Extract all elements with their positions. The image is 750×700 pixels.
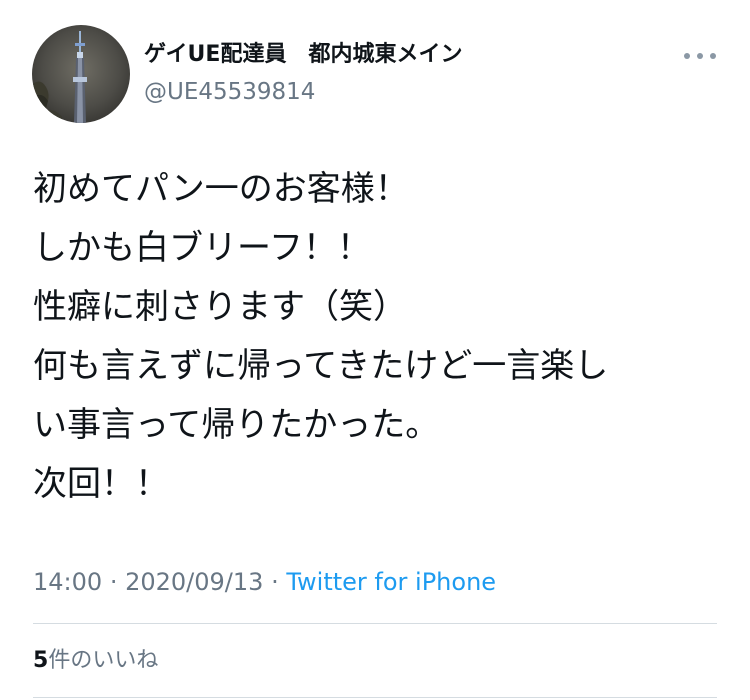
user-handle[interactable]: @UE45539814 [144, 76, 315, 108]
likes-count: 5 [33, 648, 49, 673]
likes-label: 件のいいね [48, 648, 159, 673]
more-horizontal-icon [684, 53, 690, 59]
avatar-image [32, 25, 130, 123]
tweet-text-line: 何も言えずに帰ってきたけど一言楽し [33, 346, 609, 386]
tweet-time[interactable]: 14:00 [33, 568, 102, 596]
avatar[interactable] [32, 25, 130, 123]
meta-separator: · [271, 568, 279, 596]
tweet-text-line: い事言って帰りたかった。 [33, 405, 440, 445]
divider [33, 623, 717, 624]
meta-separator: · [109, 568, 118, 596]
tweet-text-line: 初めてパン一のお客様！ [33, 169, 409, 209]
tweet-date[interactable]: 2020/09/13 [125, 568, 263, 596]
more-options-button[interactable] [680, 44, 720, 68]
tweet-text-line: しかも白ブリーフ！！ [33, 228, 371, 268]
likes-link[interactable]: 5件のいいね [33, 645, 158, 677]
divider [33, 697, 717, 698]
tweet-source-link[interactable]: Twitter for iPhone [286, 568, 496, 596]
tweet-meta: 14:00 · 2020/09/13 · Twitter for iPhone [33, 565, 496, 599]
more-horizontal-icon [697, 53, 703, 59]
tweet-text-line: 次回！！ [33, 464, 169, 504]
more-horizontal-icon [710, 53, 716, 59]
tweet-text-line: 性癖に刺さります（笑） [33, 287, 407, 327]
tweet-text: 初めてパン一のお客様！ しかも白ブリーフ！！ 性癖に刺さります（笑） 何も言えず… [33, 160, 733, 514]
display-name[interactable]: ゲイUE配達員 都内城東メイン [144, 39, 462, 71]
